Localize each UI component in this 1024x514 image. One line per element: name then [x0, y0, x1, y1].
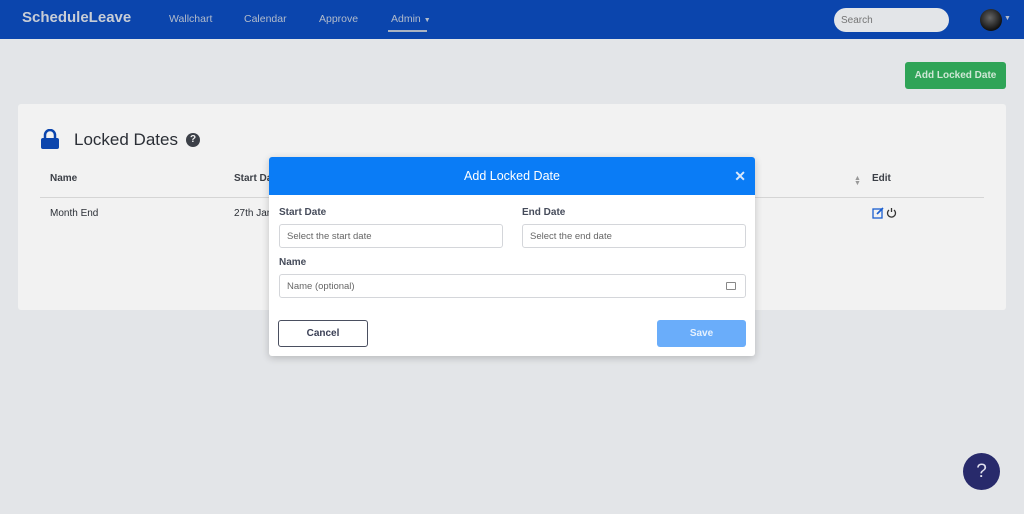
- help-icon[interactable]: ?: [186, 133, 200, 147]
- name-input[interactable]: [279, 274, 746, 298]
- start-date-input[interactable]: [279, 224, 503, 248]
- avatar[interactable]: [980, 9, 1002, 31]
- save-button[interactable]: Save: [657, 320, 746, 347]
- column-header-start-date[interactable]: Start Da: [234, 173, 272, 184]
- nav-calendar[interactable]: Calendar: [244, 13, 287, 25]
- nav-admin[interactable]: Admin ▼: [391, 13, 431, 25]
- chevron-down-icon[interactable]: ▼: [1004, 15, 1011, 22]
- nav-approve[interactable]: Approve: [319, 13, 358, 25]
- end-date-input[interactable]: [522, 224, 746, 248]
- add-locked-date-modal: Add Locked Date ✕ Start Date End Date Nam…: [269, 157, 755, 356]
- id-card-icon: [726, 282, 736, 290]
- nav-admin-label: Admin: [391, 13, 421, 25]
- navbar: ScheduleLeave Wallchart Calendar Approve…: [0, 0, 1024, 39]
- start-date-label: Start Date: [279, 207, 327, 218]
- modal-header: Add Locked Date ✕: [269, 157, 755, 195]
- active-indicator: [388, 30, 427, 32]
- help-button[interactable]: ?: [963, 453, 1000, 490]
- column-header-name[interactable]: Name: [50, 173, 77, 184]
- brand-logo[interactable]: ScheduleLeave: [22, 9, 131, 26]
- cancel-button[interactable]: Cancel: [278, 320, 368, 347]
- search-input[interactable]: [834, 8, 949, 32]
- sort-icon[interactable]: ▲ ▼: [854, 175, 861, 187]
- lock-icon: [41, 129, 59, 149]
- end-date-label: End Date: [522, 207, 566, 218]
- chevron-down-icon: ▼: [423, 17, 431, 24]
- nav-wallchart[interactable]: Wallchart: [169, 13, 212, 25]
- name-label: Name: [279, 257, 307, 268]
- row-start-date: 27th Jan: [234, 208, 273, 219]
- power-icon[interactable]: [886, 207, 897, 218]
- add-locked-date-button[interactable]: Add Locked Date: [905, 62, 1006, 89]
- edit-icon[interactable]: [872, 207, 884, 219]
- close-icon[interactable]: ✕: [734, 157, 746, 195]
- column-header-edit: Edit: [872, 173, 891, 184]
- page-title: Locked Dates: [74, 130, 178, 149]
- row-name: Month End: [50, 208, 99, 219]
- modal-title: Add Locked Date: [464, 169, 560, 183]
